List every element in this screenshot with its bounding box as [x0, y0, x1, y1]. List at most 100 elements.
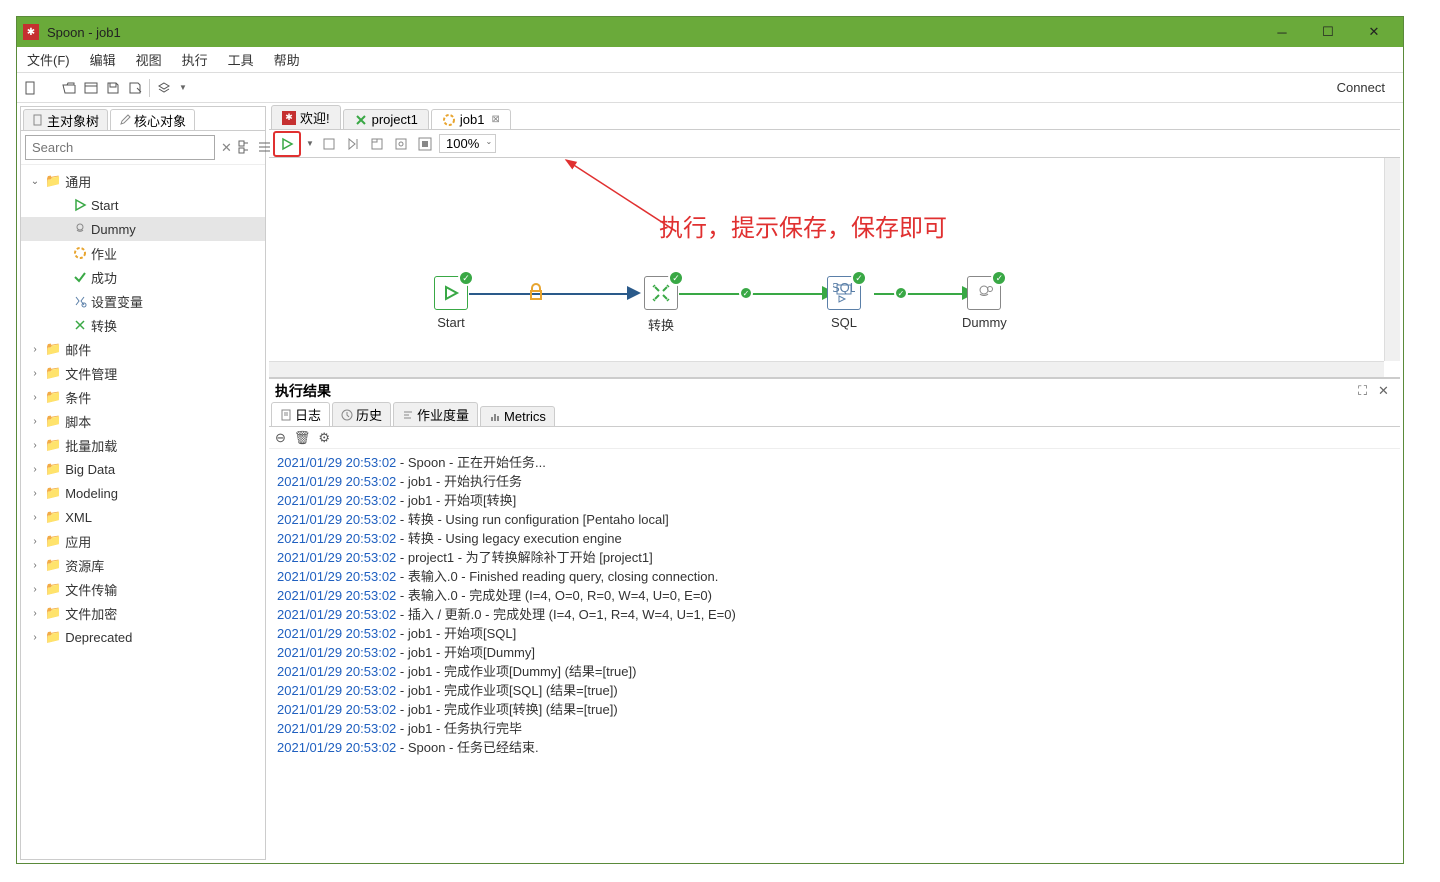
- log-clear-one-icon[interactable]: ⊖: [275, 430, 286, 446]
- close-button[interactable]: ✕: [1351, 18, 1397, 46]
- maximize-button[interactable]: ☐: [1305, 18, 1351, 46]
- tree-leaf[interactable]: Dummy: [21, 217, 265, 241]
- log-message: - job1 - 开始执行任务: [396, 474, 522, 489]
- close-tab-icon[interactable]: ⊠: [491, 114, 499, 125]
- tree-folder[interactable]: ›📁文件加密: [21, 601, 265, 625]
- connect-link[interactable]: Connect: [1337, 80, 1397, 95]
- node-sql[interactable]: SQL✓ SQL: [827, 276, 861, 330]
- expand-icon[interactable]: ›: [29, 488, 41, 499]
- svg-text:SQL: SQL: [833, 282, 855, 295]
- menu-help[interactable]: 帮助: [270, 48, 304, 71]
- results-tab-metrics-job[interactable]: 作业度量: [393, 402, 478, 426]
- tree-folder[interactable]: ›📁条件: [21, 385, 265, 409]
- sidebar-tab-core-objects[interactable]: 核心对象: [110, 109, 195, 130]
- results-tab-metrics[interactable]: Metrics: [480, 406, 555, 426]
- expand-icon[interactable]: ›: [29, 440, 41, 451]
- menu-file[interactable]: 文件(F): [23, 48, 74, 71]
- expand-icon[interactable]: ›: [29, 536, 41, 547]
- log-message: - 表输入.0 - Finished reading query, closin…: [396, 569, 718, 584]
- tree-folder[interactable]: ›📁Modeling: [21, 481, 265, 505]
- clear-search-icon[interactable]: ✕: [221, 140, 232, 156]
- expand-icon[interactable]: ›: [29, 560, 41, 571]
- menu-edit[interactable]: 编辑: [86, 48, 120, 71]
- check-button[interactable]: [367, 134, 387, 154]
- log-settings-icon[interactable]: ⚙: [318, 430, 330, 446]
- expand-icon[interactable]: ›: [29, 608, 41, 619]
- new-icon[interactable]: [23, 80, 39, 96]
- sidebar-tabs: 主对象树 核心对象: [21, 107, 265, 131]
- node-dummy[interactable]: ✓ Dummy: [962, 276, 1007, 330]
- expand-icon[interactable]: ›: [29, 416, 41, 427]
- canvas-scrollbar-horizontal[interactable]: [269, 361, 1384, 377]
- tree-folder[interactable]: ›📁资源库: [21, 553, 265, 577]
- tree-label: Modeling: [65, 486, 118, 501]
- stop-button[interactable]: [319, 134, 339, 154]
- menu-tools[interactable]: 工具: [224, 48, 258, 71]
- collapse-icon[interactable]: ⌄: [29, 176, 41, 187]
- job-icon: [73, 246, 87, 260]
- tree-folder-root[interactable]: ⌄ 📁 通用: [21, 169, 265, 193]
- explore-icon[interactable]: [83, 80, 99, 96]
- run-button[interactable]: [277, 134, 297, 154]
- tree-leaf[interactable]: 转换: [21, 313, 265, 337]
- log-timestamp: 2021/01/29 20:53:02: [277, 664, 396, 679]
- expand-icon[interactable]: ›: [29, 632, 41, 643]
- expand-icon[interactable]: ›: [29, 512, 41, 523]
- tree-folder[interactable]: ›📁Big Data: [21, 457, 265, 481]
- node-label: 转换: [644, 315, 678, 334]
- tree-folder[interactable]: ›📁文件传输: [21, 577, 265, 601]
- tree-folder[interactable]: ›📁邮件: [21, 337, 265, 361]
- results-tab-log[interactable]: 日志: [271, 402, 330, 426]
- node-start[interactable]: ✓ Start: [434, 276, 468, 330]
- hop-success[interactable]: [874, 293, 964, 295]
- save-icon[interactable]: [105, 80, 121, 96]
- zoom-select[interactable]: 100%⌄: [439, 134, 496, 153]
- log-message: - job1 - 完成作业项[Dummy] (结果=[true]): [396, 664, 636, 679]
- expand-icon[interactable]: ›: [29, 464, 41, 475]
- close-panel-icon[interactable]: ✕: [1378, 383, 1394, 399]
- node-transform[interactable]: ✓ 转换: [644, 276, 678, 334]
- run-dropdown[interactable]: ▼: [305, 139, 315, 148]
- search-input[interactable]: [25, 135, 215, 160]
- tree-folder[interactable]: ›📁批量加载: [21, 433, 265, 457]
- open-icon[interactable]: [61, 80, 77, 96]
- layers-dropdown[interactable]: ▼: [178, 83, 188, 92]
- tree-label: 文件加密: [65, 604, 117, 623]
- tree-folder[interactable]: ›📁文件管理: [21, 361, 265, 385]
- expand-icon[interactable]: ›: [29, 368, 41, 379]
- tree-leaf[interactable]: Start: [21, 193, 265, 217]
- menu-run[interactable]: 执行: [178, 48, 212, 71]
- sidebar-tab-objects-tree[interactable]: 主对象树: [23, 109, 108, 130]
- tree-leaf[interactable]: 作业: [21, 241, 265, 265]
- canvas-scrollbar-vertical[interactable]: [1384, 158, 1400, 361]
- replay-button[interactable]: [343, 134, 363, 154]
- tab-project1[interactable]: project1: [343, 109, 429, 129]
- tab-label: project1: [372, 112, 418, 127]
- tab-job1[interactable]: job1 ⊠: [431, 109, 511, 129]
- tree-leaf[interactable]: 设置变量: [21, 289, 265, 313]
- tab-welcome[interactable]: ✱ 欢迎!: [271, 105, 341, 129]
- minimize-button[interactable]: ─: [1259, 18, 1305, 46]
- menu-view[interactable]: 视图: [132, 48, 166, 71]
- log-trash-icon[interactable]: 🗑: [294, 430, 311, 446]
- log-body[interactable]: 2021/01/29 20:53:02 - Spoon - 正在开始任务...2…: [269, 449, 1400, 860]
- log-message: - job1 - 开始项[SQL]: [396, 626, 516, 641]
- tree-folder[interactable]: ›📁应用: [21, 529, 265, 553]
- tree-folder[interactable]: ›📁Deprecated: [21, 625, 265, 649]
- tree-folder[interactable]: ›📁脚本: [21, 409, 265, 433]
- saveas-icon[interactable]: [127, 80, 143, 96]
- expand-icon[interactable]: ›: [29, 344, 41, 355]
- tree-leaf[interactable]: 成功: [21, 265, 265, 289]
- expand-button[interactable]: [415, 134, 435, 154]
- job-canvas[interactable]: 执行，提示保存，保存即可 ✓ ✓ ✓ Start ✓ 转换: [269, 158, 1400, 378]
- maximize-panel-icon[interactable]: ⛶: [1358, 383, 1374, 399]
- hop-unconditional[interactable]: [469, 293, 629, 295]
- sql-button[interactable]: [391, 134, 411, 154]
- results-tabs: 日志 历史 作业度量 Metrics: [269, 403, 1400, 427]
- tree-folder[interactable]: ›📁XML: [21, 505, 265, 529]
- results-tab-history[interactable]: 历史: [332, 402, 391, 426]
- expand-all-icon[interactable]: [238, 140, 252, 156]
- layers-icon[interactable]: [156, 80, 172, 96]
- expand-icon[interactable]: ›: [29, 584, 41, 595]
- expand-icon[interactable]: ›: [29, 392, 41, 403]
